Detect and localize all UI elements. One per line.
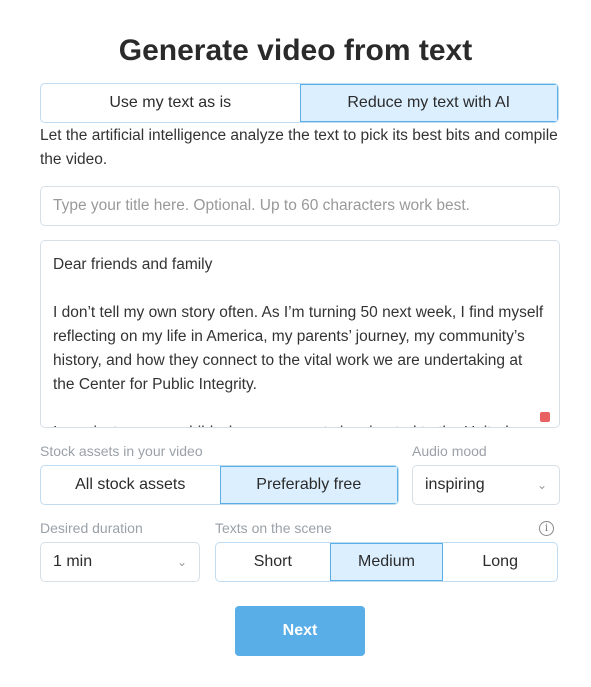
- duration-label: Desired duration: [40, 520, 143, 536]
- tab-reduce-with-ai[interactable]: Reduce my text with AI: [299, 84, 558, 122]
- body-textarea[interactable]: Dear friends and family I don’t tell my …: [40, 240, 560, 428]
- info-icon[interactable]: i: [539, 521, 554, 536]
- page-title: Generate video from text: [118, 34, 473, 67]
- title-input[interactable]: Type your title here. Optional. Up to 60…: [40, 186, 560, 226]
- chevron-down-icon: ⌄: [176, 555, 187, 569]
- stock-toggle: All stock assets Preferably free: [40, 465, 399, 505]
- duration-value: 1 min: [53, 553, 93, 570]
- audio-mood-value: inspiring: [425, 476, 485, 493]
- next-button[interactable]: Next: [235, 606, 365, 656]
- mode-description: Let the artificial intelligence analyze …: [40, 127, 558, 168]
- tab-use-text-as-is[interactable]: Use my text as is: [41, 84, 300, 122]
- option-medium[interactable]: Medium: [329, 543, 444, 581]
- audio-mood-select[interactable]: inspiring ⌄: [412, 465, 560, 505]
- stock-label: Stock assets in your video: [40, 443, 203, 459]
- audio-label: Audio mood: [412, 443, 487, 459]
- option-preferably-free[interactable]: Preferably free: [219, 466, 398, 504]
- grammar-indicator-icon: [540, 412, 550, 422]
- option-all-stock[interactable]: All stock assets: [41, 466, 220, 504]
- option-long[interactable]: Long: [443, 543, 557, 581]
- option-short[interactable]: Short: [216, 543, 330, 581]
- duration-select[interactable]: 1 min ⌄: [40, 542, 200, 582]
- texts-label: Texts on the scene: [215, 520, 332, 536]
- chevron-down-icon: ⌄: [536, 478, 547, 492]
- mode-toggle: Use my text as is Reduce my text with AI: [40, 83, 559, 123]
- texts-toggle: Short Medium Long: [215, 542, 558, 582]
